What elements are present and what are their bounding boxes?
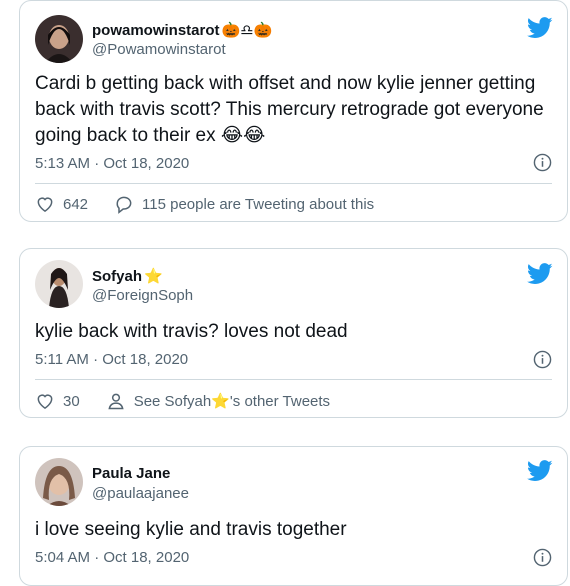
conversation-label: 115 people are Tweeting about this	[142, 195, 375, 213]
timestamp[interactable]: 5:04 AM · Oct 18, 2020	[35, 549, 189, 566]
like-count: 30	[63, 392, 80, 410]
user-handle[interactable]: @ForeignSoph	[92, 287, 193, 304]
timestamp[interactable]: 5:13 AM · Oct 18, 2020	[35, 155, 189, 172]
twitter-bird-icon[interactable]	[527, 263, 553, 285]
twitter-bird-icon[interactable]	[527, 460, 553, 482]
like-button[interactable]: 642	[35, 194, 88, 214]
info-icon[interactable]	[533, 350, 552, 369]
like-button[interactable]: 30	[35, 391, 80, 411]
info-icon[interactable]	[533, 548, 552, 567]
display-name-text[interactable]: Paula Jane	[92, 465, 170, 482]
avatar[interactable]	[35, 15, 83, 63]
tweet-card-1[interactable]: powamowinstarot 🎃♎🎃 @Powamowinstarot Car…	[19, 0, 568, 222]
like-count: 642	[63, 195, 89, 213]
person-icon	[108, 393, 124, 410]
divider	[35, 379, 552, 380]
display-name[interactable]: Paula Jane	[92, 465, 170, 482]
tweet-actions: 642 115 people are Tweeting about this	[35, 192, 552, 216]
divider	[35, 183, 552, 184]
tweet-actions: 30 See Sofyah⭐'s other Tweets	[35, 389, 552, 413]
reply-bubble-icon	[116, 196, 132, 214]
heart-icon	[37, 394, 53, 409]
tweet-card-2[interactable]: Sofyah ⭐ @ForeignSoph kylie back with tr…	[19, 248, 568, 418]
name-emoji: ⭐	[144, 268, 163, 285]
timestamp[interactable]: 5:11 AM · Oct 18, 2020	[35, 351, 188, 368]
display-name[interactable]: Sofyah ⭐	[92, 267, 163, 286]
tweet-text: i love seeing kylie and travis together	[35, 519, 347, 540]
profile-tweets-label: See Sofyah⭐'s other Tweets	[133, 393, 331, 410]
display-name-text[interactable]: powamowinstarot	[92, 22, 220, 39]
info-icon[interactable]	[533, 153, 552, 172]
conversation-button[interactable]: 115 people are Tweeting about this	[114, 194, 374, 214]
avatar[interactable]	[35, 260, 83, 308]
user-handle[interactable]: @paulaajanee	[92, 485, 189, 502]
display-name-text[interactable]: Sofyah	[92, 268, 142, 285]
tweet-text: Cardi b getting back with offset and now…	[35, 73, 549, 146]
tweet-card-3[interactable]: Paula Jane @paulaajanee i love seeing ky…	[19, 446, 568, 586]
tweet-text: kylie back with travis? loves not dead	[35, 321, 348, 342]
profile-tweets-button[interactable]: See Sofyah⭐'s other Tweets	[106, 391, 330, 411]
user-handle[interactable]: @Powamowinstarot	[92, 41, 226, 58]
display-name[interactable]: powamowinstarot 🎃♎🎃	[92, 21, 273, 40]
name-emoji: 🎃♎🎃	[221, 22, 273, 39]
avatar[interactable]	[35, 458, 83, 506]
heart-icon	[37, 197, 53, 212]
twitter-bird-icon[interactable]	[527, 17, 553, 39]
